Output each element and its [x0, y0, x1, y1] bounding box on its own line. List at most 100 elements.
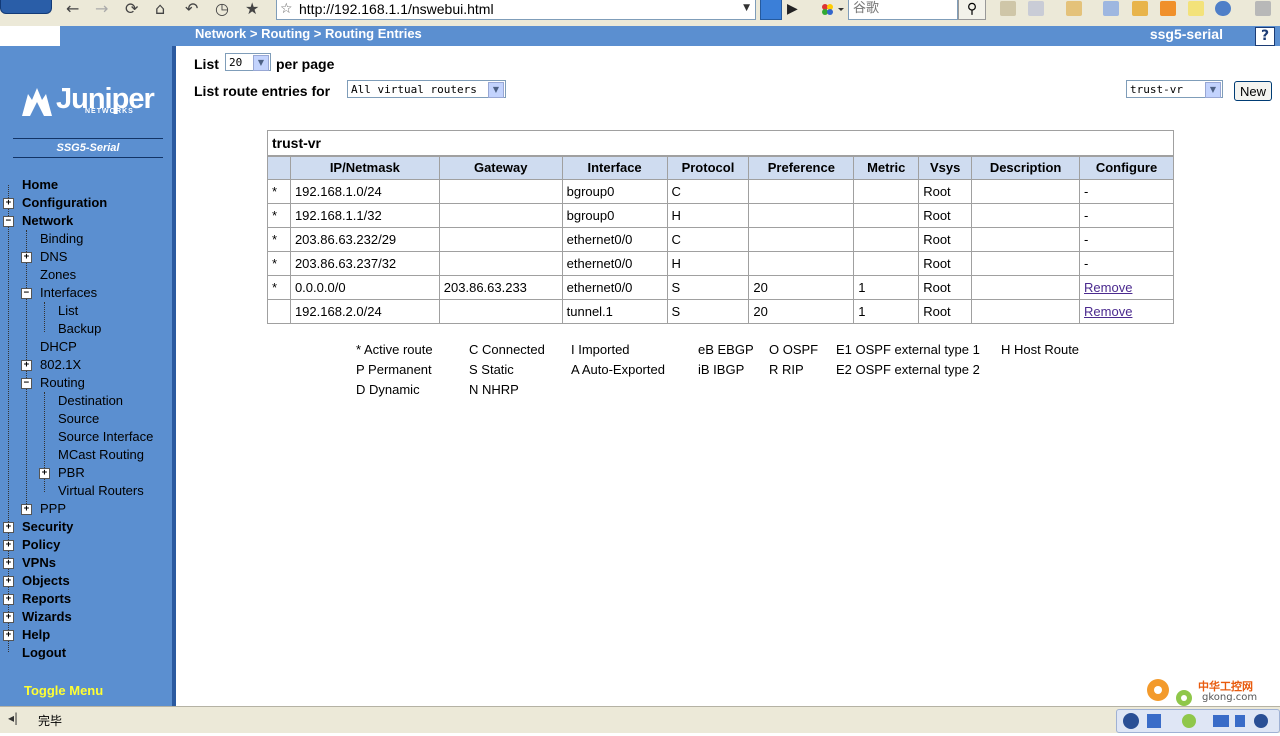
- back-icon[interactable]: ←: [66, 0, 79, 18]
- rss-icon[interactable]: [1160, 1, 1176, 16]
- expand-icon[interactable]: +: [3, 198, 14, 209]
- list-count-select[interactable]: 20 ▼: [225, 53, 271, 71]
- sidebar-item-objects[interactable]: Objects: [22, 572, 70, 590]
- feed-icon[interactable]: [760, 0, 782, 20]
- vr-filter-select[interactable]: All virtual routers ▼: [347, 80, 506, 98]
- sidebar-item-source-interface[interactable]: Source Interface: [58, 428, 153, 446]
- sidebar-item-interfaces[interactable]: Interfaces: [40, 284, 97, 302]
- table-row: * 0.0.0.0/0 203.86.63.233 ethernet0/0 S …: [267, 275, 1174, 300]
- chevron-down-icon[interactable]: ▼: [488, 82, 504, 98]
- toggle-menu-link[interactable]: Toggle Menu: [24, 682, 103, 700]
- sidebar-item-mcast-routing[interactable]: MCast Routing: [58, 446, 144, 464]
- sidebar-item-dhcp[interactable]: DHCP: [40, 338, 77, 356]
- column-header: Vsys: [918, 155, 973, 180]
- breadcrumb: Network > Routing > Routing Entries: [195, 26, 422, 41]
- tools-icon[interactable]: [1132, 1, 1148, 16]
- legend-item: R RIP: [769, 362, 804, 377]
- expand-icon[interactable]: +: [3, 630, 14, 641]
- history-icon[interactable]: ◷: [215, 0, 229, 18]
- sidebar-item-zones[interactable]: Zones: [40, 266, 76, 284]
- forward-icon[interactable]: →: [95, 0, 108, 18]
- header-bar: Network > Routing > Routing Entries ssg5…: [0, 26, 1280, 46]
- configure: -: [1079, 203, 1174, 228]
- status-arrow-icon[interactable]: ◂|: [8, 711, 18, 725]
- chevron-down-icon[interactable]: ▼: [1205, 82, 1221, 98]
- remove-link[interactable]: Remove: [1084, 280, 1132, 295]
- search-icon[interactable]: ⚲: [958, 0, 986, 20]
- expand-icon[interactable]: +: [39, 468, 50, 479]
- expand-icon[interactable]: +: [3, 558, 14, 569]
- go-icon[interactable]: ▶: [787, 1, 798, 17]
- sidebar-item-binding[interactable]: Binding: [40, 230, 83, 248]
- status-text: 完毕: [38, 714, 63, 728]
- ime-icons[interactable]: [1117, 710, 1277, 732]
- sidebar-item-ppp[interactable]: PPP: [40, 500, 66, 518]
- preference: [748, 251, 855, 276]
- zoom-icon[interactable]: [1103, 1, 1119, 16]
- translate-icon[interactable]: [1066, 1, 1082, 16]
- notes-icon[interactable]: [1188, 1, 1204, 16]
- edit-icon[interactable]: [1000, 1, 1016, 16]
- sidebar-item-list[interactable]: List: [58, 302, 78, 320]
- expand-icon[interactable]: +: [21, 504, 32, 515]
- sidebar-item-pbr[interactable]: PBR: [58, 464, 85, 482]
- refresh-icon[interactable]: ⟳: [125, 0, 138, 18]
- expand-icon[interactable]: +: [3, 540, 14, 551]
- vr-select[interactable]: trust-vr ▼: [1126, 80, 1223, 98]
- ip-netmask: 0.0.0.0/0: [289, 275, 440, 300]
- sidebar-item-8021x[interactable]: 802.1X: [40, 356, 81, 374]
- collapse-icon[interactable]: −: [21, 288, 32, 299]
- gateway: [438, 251, 563, 276]
- description: [971, 275, 1081, 300]
- remove-link[interactable]: Remove: [1084, 304, 1132, 319]
- sidebar-item-configuration[interactable]: Configuration: [22, 194, 107, 212]
- help-button[interactable]: ?: [1255, 27, 1275, 46]
- sidebar-item-network[interactable]: Network: [22, 212, 73, 230]
- expand-icon[interactable]: +: [3, 576, 14, 587]
- active-flag: *: [267, 275, 291, 300]
- sidebar-item-logout[interactable]: Logout: [22, 644, 66, 662]
- juniper-logo: Juniper NETWORKS: [20, 83, 160, 119]
- url-dropdown-icon[interactable]: ▼: [743, 3, 750, 13]
- ip-netmask: 192.168.1.0/24: [289, 179, 440, 204]
- sidebar-item-virtual-routers[interactable]: Virtual Routers: [58, 482, 144, 500]
- protocol: H: [666, 251, 750, 276]
- legend-item: N NHRP: [469, 382, 519, 397]
- sidebar-item-help[interactable]: Help: [22, 626, 50, 644]
- collapse-icon[interactable]: −: [3, 216, 14, 227]
- sidebar-item-source[interactable]: Source: [58, 410, 99, 428]
- sidebar-item-backup[interactable]: Backup: [58, 320, 101, 338]
- sidebar-item-policy[interactable]: Policy: [22, 536, 60, 554]
- description: [971, 227, 1081, 252]
- home-icon[interactable]: ⌂: [155, 0, 165, 18]
- sidebar-item-reports[interactable]: Reports: [22, 590, 71, 608]
- table-title: trust-vr: [267, 130, 1174, 157]
- sidebar-item-vpns[interactable]: VPNs: [22, 554, 56, 572]
- undo-icon[interactable]: ↶: [185, 0, 198, 18]
- url-text[interactable]: http://192.168.1.1/nswebui.html: [299, 0, 494, 18]
- search-engine-icon[interactable]: [817, 0, 847, 19]
- sidebar-item-destination[interactable]: Destination: [58, 392, 123, 410]
- sidebar-item-dns[interactable]: DNS: [40, 248, 67, 266]
- chevron-down-icon[interactable]: ▼: [253, 55, 269, 71]
- sidebar-item-wizards[interactable]: Wizards: [22, 608, 72, 626]
- favorite-star-icon[interactable]: ☆: [280, 0, 293, 18]
- collapse-icon[interactable]: −: [21, 378, 32, 389]
- sidebar-item-routing[interactable]: Routing: [40, 374, 85, 392]
- browser-logo-icon[interactable]: [0, 0, 52, 14]
- expand-icon[interactable]: +: [3, 594, 14, 605]
- expand-icon[interactable]: +: [21, 252, 32, 263]
- search-input[interactable]: 谷歌: [848, 0, 958, 20]
- expand-icon[interactable]: +: [21, 360, 32, 371]
- new-button[interactable]: New: [1234, 81, 1272, 101]
- menu-icon[interactable]: [1255, 1, 1271, 16]
- sidebar-item-security[interactable]: Security: [22, 518, 73, 536]
- preference: [748, 179, 855, 204]
- camera-icon[interactable]: [1028, 1, 1044, 16]
- skin-icon[interactable]: [1215, 1, 1231, 16]
- expand-icon[interactable]: +: [3, 612, 14, 623]
- bookmark-star-icon[interactable]: ★: [245, 0, 259, 18]
- sidebar-item-home[interactable]: Home: [22, 176, 58, 194]
- url-bar[interactable]: ☆ http://192.168.1.1/nswebui.html ▼: [276, 0, 756, 20]
- expand-icon[interactable]: +: [3, 522, 14, 533]
